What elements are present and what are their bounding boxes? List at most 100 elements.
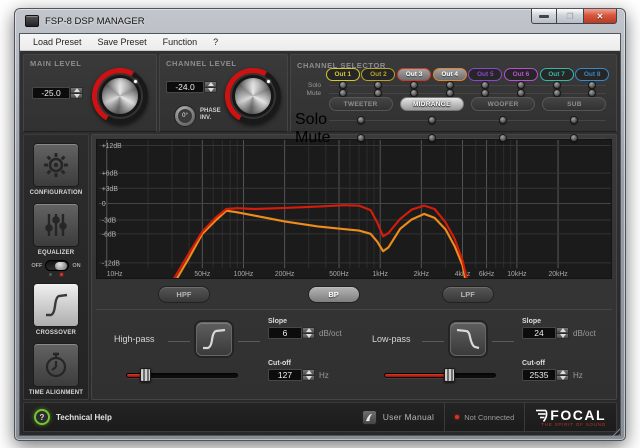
group-mute-button-3[interactable] bbox=[499, 134, 507, 142]
svg-text:1kHz: 1kHz bbox=[372, 271, 388, 278]
channel-level-value[interactable]: -24.0 bbox=[166, 81, 204, 93]
highpass-cutoff-slider[interactable] bbox=[126, 368, 238, 382]
output-button-3[interactable]: Out 3 bbox=[397, 68, 431, 81]
output-button-2[interactable]: Out 2 bbox=[361, 68, 395, 81]
group-solo-button-3[interactable] bbox=[499, 116, 507, 124]
group-button-sub[interactable]: SUB bbox=[542, 97, 606, 111]
svg-text:10Hz: 10Hz bbox=[107, 271, 123, 278]
divider bbox=[168, 341, 190, 342]
output-button-4[interactable]: Out 4 bbox=[433, 68, 467, 81]
output-mute-button-8[interactable] bbox=[588, 89, 596, 97]
output-solo-button-8[interactable] bbox=[588, 81, 596, 89]
output-solo-button-6[interactable] bbox=[517, 81, 525, 89]
slope-label: Slope bbox=[268, 318, 342, 325]
lowpass-shape-button[interactable] bbox=[450, 322, 486, 356]
output-mute-button-2[interactable] bbox=[374, 89, 382, 97]
sidebar-item-configuration[interactable] bbox=[33, 143, 79, 187]
channel-selector-panel: CHANNEL SELECTOR Out 1Out 2Out 3Out 4Out… bbox=[290, 54, 617, 132]
output-mute-button-4[interactable] bbox=[446, 89, 454, 97]
output-solo-button-7[interactable] bbox=[553, 81, 561, 89]
output-mute-button-6[interactable] bbox=[517, 89, 525, 97]
main-level-panel: MAIN LEVEL -25.0 dB bbox=[23, 54, 157, 132]
menu-function[interactable]: Function bbox=[156, 35, 205, 49]
group-solo-button-1[interactable] bbox=[357, 116, 365, 124]
menu-load-preset[interactable]: Load Preset bbox=[26, 35, 89, 49]
svg-text:6kHz: 6kHz bbox=[479, 271, 495, 278]
highpass-cutoff-value[interactable]: 127 bbox=[268, 369, 302, 381]
group-button-midrange[interactable]: MIDRANGE bbox=[400, 97, 464, 111]
output-solo-button-3[interactable] bbox=[410, 81, 418, 89]
technical-help-label[interactable]: Technical Help bbox=[56, 413, 112, 422]
highpass-label: High-pass bbox=[114, 334, 155, 344]
group-button-tweeter[interactable]: TWEETER bbox=[329, 97, 393, 111]
phase-invert-button[interactable]: 0° bbox=[174, 105, 196, 127]
title-bar[interactable]: FSP-8 DSP MANAGER ❐ ✕ bbox=[15, 9, 625, 33]
knob-indicator-dot bbox=[267, 80, 270, 83]
close-button[interactable]: ✕ bbox=[583, 9, 617, 24]
minimize-button[interactable] bbox=[531, 9, 557, 24]
main-level-value[interactable]: -25.0 bbox=[32, 87, 70, 99]
output-solo-button-5[interactable] bbox=[481, 81, 489, 89]
group-button-woofer[interactable]: WOOFER bbox=[471, 97, 535, 111]
group-solo-button-4[interactable] bbox=[570, 116, 578, 124]
output-mute-button-3[interactable] bbox=[410, 89, 418, 97]
up-arrow-icon bbox=[560, 328, 566, 332]
main-level-knob[interactable] bbox=[92, 68, 148, 124]
divider bbox=[238, 341, 260, 342]
cutoff-down-button[interactable] bbox=[556, 376, 569, 382]
highpass-slope-block: Slope 6 bbox=[268, 318, 342, 339]
down-arrow-icon bbox=[74, 94, 80, 98]
output-solo-button-2[interactable] bbox=[374, 81, 382, 89]
group-mute-button-4[interactable] bbox=[570, 134, 578, 142]
output-solo-button-1[interactable] bbox=[339, 81, 347, 89]
tab-lpf[interactable]: LPF bbox=[442, 286, 494, 303]
focal-tagline: THE SPIRIT OF SOUND bbox=[541, 422, 606, 427]
menu-save-preset[interactable]: Save Preset bbox=[91, 35, 154, 49]
output-solo-button-4[interactable] bbox=[446, 81, 454, 89]
tab-bp[interactable]: BP bbox=[308, 286, 360, 303]
output-button-6[interactable]: Out 6 bbox=[504, 68, 538, 81]
output-mute-button-7[interactable] bbox=[553, 89, 561, 97]
output-button-7[interactable]: Out 7 bbox=[540, 68, 574, 81]
menu-help[interactable]: ? bbox=[206, 35, 225, 49]
output-mute-button-1[interactable] bbox=[339, 89, 347, 97]
lowpass-slope-value[interactable]: 24 bbox=[522, 327, 556, 339]
sidebar-item-equalizer[interactable] bbox=[33, 203, 79, 247]
main-level-down-button[interactable] bbox=[70, 94, 83, 100]
solo-label: Solo bbox=[295, 82, 325, 89]
group-mute-row: Mute bbox=[295, 129, 610, 147]
slope-down-button[interactable] bbox=[556, 334, 569, 340]
mute-label: Mute bbox=[295, 90, 325, 97]
toggle-knob bbox=[55, 262, 67, 270]
channel-level-knob[interactable] bbox=[225, 68, 281, 124]
highpass-slope-value[interactable]: 6 bbox=[268, 327, 302, 339]
output-button-5[interactable]: Out 5 bbox=[468, 68, 502, 81]
cutoff-down-button[interactable] bbox=[302, 376, 315, 382]
tab-hpf[interactable]: HPF bbox=[158, 286, 210, 303]
maximize-button[interactable]: ❐ bbox=[557, 9, 583, 24]
equalizer-sliders-icon bbox=[41, 210, 71, 240]
filter-controls: High-pass Slope bbox=[96, 309, 612, 399]
group-mute-button-1[interactable] bbox=[357, 134, 365, 142]
svg-text:+12dB: +12dB bbox=[102, 143, 122, 150]
slope-down-button[interactable] bbox=[302, 334, 315, 340]
slider-handle[interactable] bbox=[444, 368, 455, 382]
channel-level-down-button[interactable] bbox=[204, 88, 217, 94]
highpass-shape-button[interactable] bbox=[196, 322, 232, 356]
group-mute-button-2[interactable] bbox=[428, 134, 436, 142]
user-manual-link[interactable]: User Manual bbox=[383, 412, 435, 422]
desktop: FSP-8 DSP MANAGER ❐ ✕ Load Preset Save P… bbox=[0, 0, 640, 448]
technical-help-icon[interactable]: ? bbox=[34, 409, 50, 425]
eq-on-off-toggle[interactable] bbox=[45, 260, 69, 271]
highpass-cutoff-block: Cut-off 127 bbox=[268, 360, 329, 381]
group-solo-button-2[interactable] bbox=[428, 116, 436, 124]
output-button-8[interactable]: Out 8 bbox=[575, 68, 609, 81]
sidebar-label-time-alignment: TIME ALIGNMENT bbox=[29, 390, 83, 396]
lowpass-cutoff-slider[interactable] bbox=[384, 368, 496, 382]
output-button-1[interactable]: Out 1 bbox=[326, 68, 360, 81]
sidebar-item-crossover[interactable] bbox=[33, 283, 79, 327]
output-mute-button-5[interactable] bbox=[481, 89, 489, 97]
slider-handle[interactable] bbox=[140, 368, 151, 382]
lowpass-cutoff-value[interactable]: 2535 bbox=[522, 369, 556, 381]
sidebar-item-time-alignment[interactable] bbox=[33, 343, 79, 387]
